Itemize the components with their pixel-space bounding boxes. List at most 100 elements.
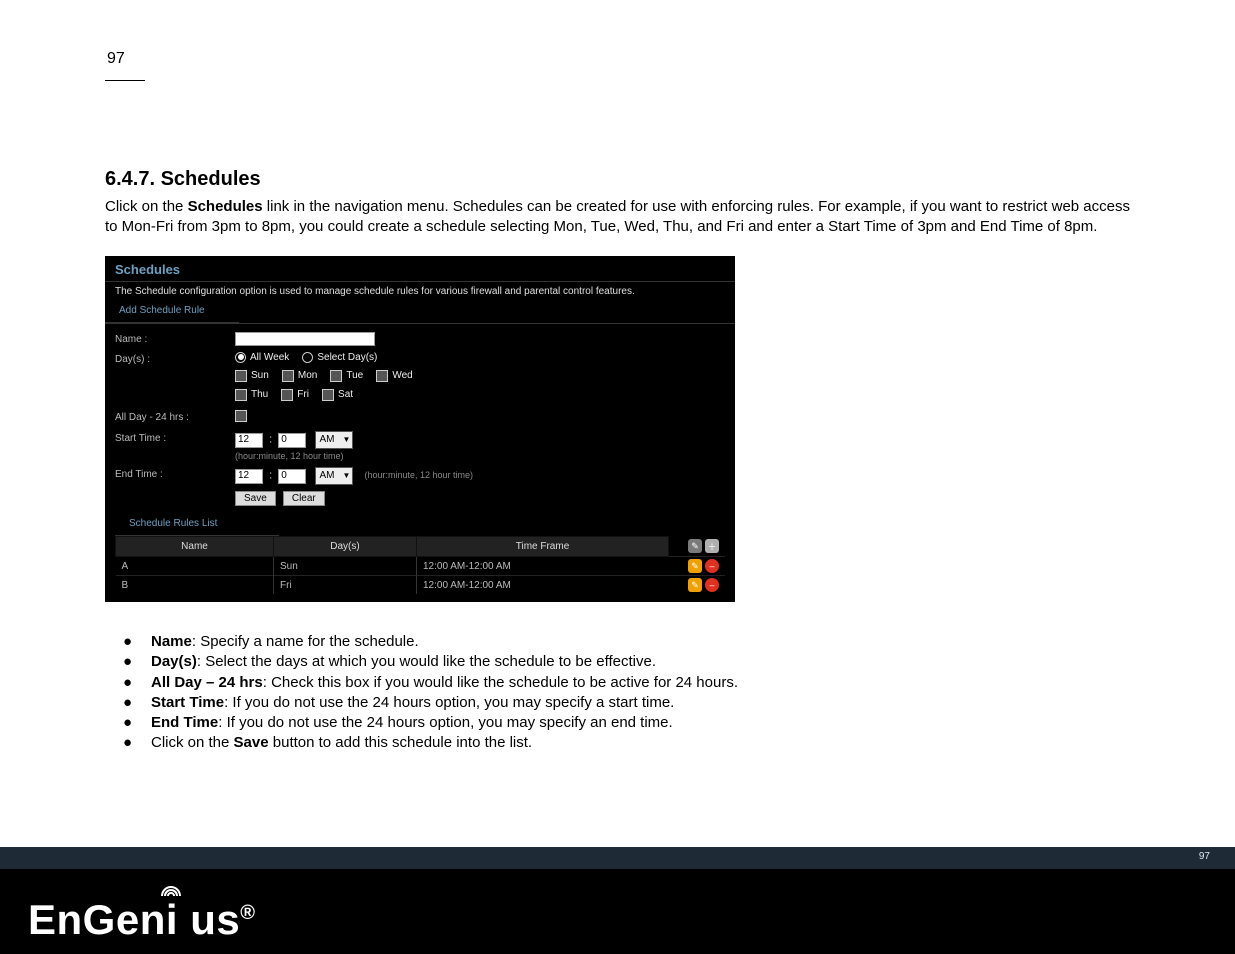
delete-row-icon[interactable]: –: [705, 559, 719, 573]
list-item: All Day – 24 hrs: Check this box if you …: [125, 673, 1130, 693]
fd-name-text: : Specify a name for the schedule.: [192, 633, 419, 650]
start-minute-input[interactable]: 0: [278, 433, 306, 448]
cb-tue-label: Tue: [346, 370, 363, 381]
col-timeframe: Time Frame: [417, 536, 669, 557]
cb-sat-label: Sat: [338, 389, 353, 400]
fd-save-text: button to add this schedule into the lis…: [269, 734, 533, 751]
list-item: Start Time: If you do not use the 24 hou…: [125, 693, 1130, 713]
end-time-label: End Time :: [115, 467, 235, 480]
cell-name: B: [116, 576, 274, 595]
schedule-rules-table: Name Day(s) Time Frame ✎ ＋ A: [115, 536, 725, 595]
fd-allday-label: All Day – 24 hrs: [151, 674, 263, 691]
cell-name: A: [116, 557, 274, 576]
page-number-rule: [105, 80, 145, 81]
start-hour-input[interactable]: 12: [235, 433, 263, 448]
all-day-label: All Day - 24 hrs :: [115, 410, 235, 423]
start-time-label: Start Time :: [115, 431, 235, 444]
brand-logo-text: EnGeni us®: [20, 892, 263, 946]
checkbox-icon: [235, 370, 247, 382]
fd-allday-text: : Check this box if you would like the s…: [263, 674, 738, 691]
start-time-hint: (hour:minute, 12 hour time): [235, 451, 725, 461]
radio-all-week-label: All Week: [250, 352, 289, 363]
cb-thu[interactable]: Thu: [235, 389, 268, 401]
radio-dot-icon: [235, 352, 246, 363]
checkbox-icon: [376, 370, 388, 382]
end-ampm-value: AM: [319, 470, 334, 481]
save-button[interactable]: Save: [235, 491, 276, 506]
col-days: Day(s): [274, 536, 417, 557]
start-ampm-select[interactable]: AM ▼: [315, 431, 353, 449]
end-hour-input[interactable]: 12: [235, 469, 263, 484]
checkbox-icon: [330, 370, 342, 382]
name-input[interactable]: [235, 332, 375, 346]
cell-days: Fri: [274, 576, 417, 595]
cb-thu-label: Thu: [251, 389, 268, 400]
intro-paragraph: Click on the Schedules link in the navig…: [105, 197, 1130, 238]
clear-button[interactable]: Clear: [283, 491, 325, 506]
end-ampm-select[interactable]: AM ▼: [315, 467, 353, 485]
fd-end-text: : If you do not use the 24 hours option,…: [218, 714, 672, 731]
fd-save-prefix: Click on the: [151, 734, 234, 751]
page-number-top: 97: [107, 50, 1130, 68]
wifi-icon: [160, 882, 182, 898]
end-time-hint: (hour:minute, 12 hour time): [364, 470, 473, 480]
fd-save-label: Save: [234, 734, 269, 751]
fd-name-label: Name: [151, 633, 192, 650]
add-rule-icon[interactable]: ＋: [705, 539, 719, 553]
cb-sun[interactable]: Sun: [235, 370, 269, 382]
end-minute-input[interactable]: 0: [278, 469, 306, 484]
cb-fri-label: Fri: [297, 389, 309, 400]
radio-dot-icon: [302, 352, 313, 363]
add-schedule-tab[interactable]: Add Schedule Rule: [105, 303, 239, 323]
cb-fri[interactable]: Fri: [281, 389, 309, 401]
cb-mon[interactable]: Mon: [282, 370, 317, 382]
start-ampm-value: AM: [319, 434, 334, 445]
cb-wed-label: Wed: [392, 370, 412, 381]
delete-row-icon[interactable]: –: [705, 578, 719, 592]
brand-logo: EnGeni us®: [20, 892, 263, 946]
footer-black: EnGeni us®: [0, 869, 1235, 954]
edit-row-icon[interactable]: ✎: [688, 559, 702, 573]
fd-days-label: Day(s): [151, 653, 197, 670]
edit-all-icon[interactable]: ✎: [688, 539, 702, 553]
footer-bar: 97: [0, 847, 1235, 869]
cb-all-day[interactable]: [235, 410, 251, 422]
panel-description: The Schedule configuration option is use…: [105, 282, 735, 303]
footer-page-number: 97: [1199, 851, 1210, 862]
panel-title: Schedules: [105, 256, 735, 282]
days-label: Day(s) :: [115, 352, 235, 365]
table-row: A Sun 12:00 AM-12:00 AM ✎ –: [116, 557, 726, 576]
name-label: Name :: [115, 332, 235, 345]
radio-select-days[interactable]: Select Day(s): [302, 352, 377, 363]
list-item: Name: Specify a name for the schedule.: [125, 632, 1130, 652]
cb-wed[interactable]: Wed: [376, 370, 412, 382]
checkbox-icon: [235, 410, 247, 422]
checkbox-icon: [235, 389, 247, 401]
radio-select-days-label: Select Day(s): [317, 352, 377, 363]
list-item: Click on the Save button to add this sch…: [125, 733, 1130, 753]
edit-row-icon[interactable]: ✎: [688, 578, 702, 592]
radio-all-week[interactable]: All Week: [235, 352, 289, 363]
fd-end-label: End Time: [151, 714, 218, 731]
registered-icon: ®: [240, 902, 255, 924]
chevron-down-icon: ▼: [342, 471, 350, 480]
cb-tue[interactable]: Tue: [330, 370, 363, 382]
cell-timeframe: 12:00 AM-12:00 AM: [417, 557, 669, 576]
cb-sat[interactable]: Sat: [322, 389, 353, 401]
fd-start-text: : If you do not use the 24 hours option,…: [224, 694, 674, 711]
list-item: Day(s): Select the days at which you wou…: [125, 652, 1130, 672]
list-item: End Time: If you do not use the 24 hours…: [125, 713, 1130, 733]
cell-timeframe: 12:00 AM-12:00 AM: [417, 576, 669, 595]
checkbox-icon: [281, 389, 293, 401]
checkbox-icon: [282, 370, 294, 382]
cb-mon-label: Mon: [298, 370, 317, 381]
schedules-panel: Schedules The Schedule configuration opt…: [105, 256, 735, 603]
chevron-down-icon: ▼: [342, 435, 350, 444]
rules-list-tab[interactable]: Schedule Rules List: [115, 516, 279, 536]
cb-sun-label: Sun: [251, 370, 269, 381]
fd-start-label: Start Time: [151, 694, 224, 711]
col-name: Name: [116, 536, 274, 557]
checkbox-icon: [322, 389, 334, 401]
table-row: B Fri 12:00 AM-12:00 AM ✎ –: [116, 576, 726, 595]
fd-days-text: : Select the days at which you would lik…: [197, 653, 656, 670]
